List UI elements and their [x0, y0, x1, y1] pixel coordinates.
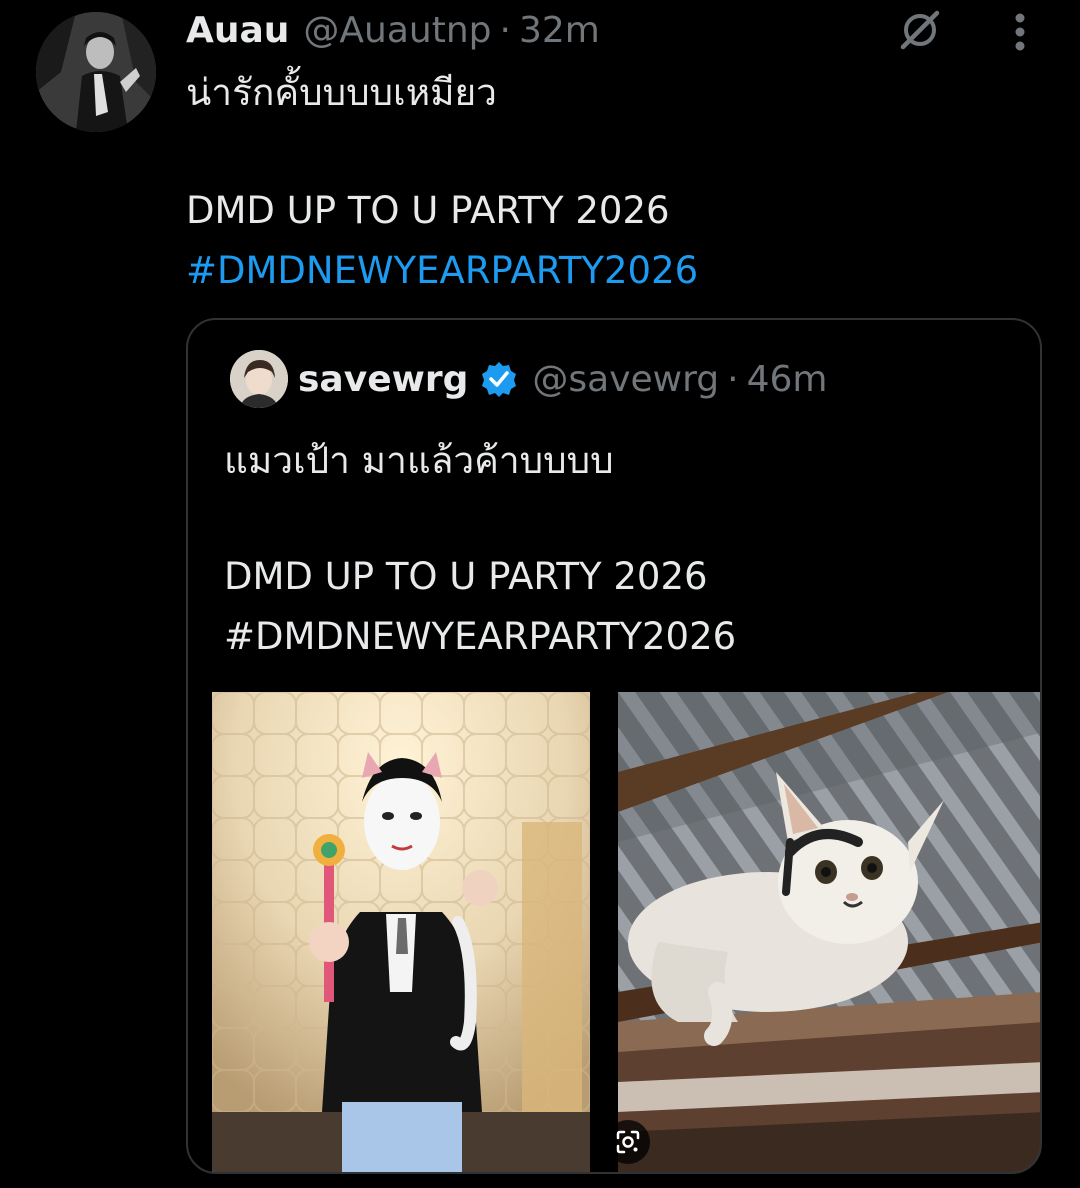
- tweet[interactable]: Auau @Auautnp · 32m น่ารักคั้บบบบเหมียว …: [0, 0, 1080, 1188]
- separator-dot: ·: [499, 10, 511, 51]
- grok-icon: [900, 10, 940, 50]
- separator-dot: ·: [727, 358, 739, 400]
- timestamp[interactable]: 32m: [519, 6, 600, 56]
- tweet-text-line: DMD UP TO U PARTY 2026: [186, 189, 670, 232]
- quoted-timestamp[interactable]: 46m: [747, 359, 828, 400]
- quoted-handle[interactable]: @savewrg: [532, 359, 719, 400]
- more-options-button[interactable]: [996, 6, 1044, 58]
- verified-badge-icon: [482, 362, 517, 397]
- display-name[interactable]: Auau: [186, 6, 289, 56]
- quoted-text-line: แมวเป้า มาแล้วค้าบบบบ: [224, 439, 614, 482]
- user-handle[interactable]: @Auautnp: [303, 6, 491, 56]
- google-lens-button[interactable]: [606, 1120, 650, 1164]
- avatar-photo: [36, 12, 156, 132]
- cat-on-roof-beam-photo: [618, 692, 1040, 1172]
- quoted-display-name[interactable]: savewrg: [298, 359, 468, 400]
- quoted-avatar-photo: [230, 350, 288, 408]
- media-photo-1[interactable]: [212, 692, 590, 1172]
- quoted-text-line: DMD UP TO U PARTY 2026: [224, 555, 708, 598]
- tweet-text-line: น่ารักคั้บบบบเหมียว: [186, 71, 497, 114]
- user-avatar[interactable]: [36, 12, 156, 132]
- person-in-cat-costume-photo: [212, 692, 590, 1172]
- quoted-text-line: #DMDNEWYEARPARTY2026: [224, 615, 737, 658]
- tweet-header: Auau @Auautnp · 32m: [186, 6, 600, 56]
- more-vertical-icon: [1015, 13, 1025, 51]
- google-lens-icon: [616, 1130, 640, 1154]
- quoted-header: savewrg @savewrg · 46m: [298, 354, 827, 404]
- quoted-tweet[interactable]: savewrg @savewrg · 46m แมวเป้า มาแล้วค้า…: [186, 318, 1042, 1174]
- media-photo-2[interactable]: [618, 692, 1040, 1172]
- hashtag-link[interactable]: #DMDNEWYEARPARTY2026: [186, 246, 698, 296]
- grok-button[interactable]: [892, 2, 948, 58]
- quoted-user-avatar[interactable]: [230, 350, 288, 408]
